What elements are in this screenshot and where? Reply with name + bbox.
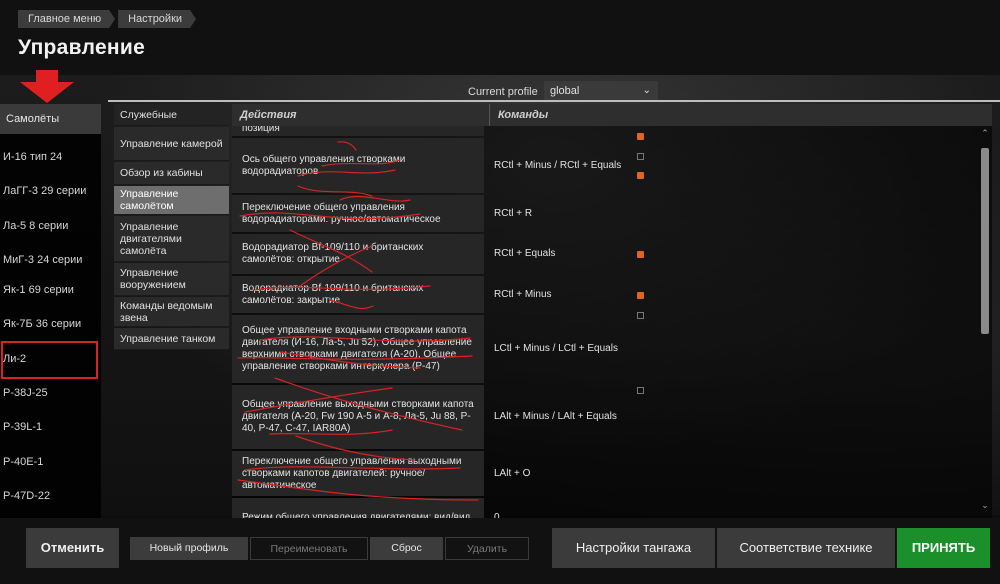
action-cell: Общее управление выходными створками кап… xyxy=(232,385,484,449)
cancel-button[interactable]: Отменить xyxy=(26,528,119,568)
aircraft-item[interactable]: P-47D-22 xyxy=(0,479,101,513)
category-list: Служебные Управление камерой Обзор из ка… xyxy=(114,104,229,354)
action-cell: Ось общего управления створками водоради… xyxy=(232,138,484,193)
profile-select[interactable]: global ⌄ xyxy=(544,81,658,101)
command-cell[interactable]: RCtl + Equals xyxy=(486,234,977,274)
aircraft-item[interactable]: Як-1 69 серии xyxy=(0,273,101,307)
pitch-settings-button[interactable]: Настройки тангажа xyxy=(552,528,715,568)
table-row[interactable]: Переключение общего управления водорадиа… xyxy=(232,195,977,232)
profile-label: Current profile xyxy=(468,86,538,98)
binding-flag-icon[interactable] xyxy=(637,251,644,258)
table-row[interactable]: Ось общего управления створками водоради… xyxy=(232,138,977,193)
column-header-commands: Команды xyxy=(489,104,979,126)
chevron-down-icon: ⌄ xyxy=(642,85,651,96)
category-item[interactable]: Служебные xyxy=(114,104,229,126)
table-row[interactable]: Водорадиатор Bf-109/110 и британских сам… xyxy=(232,234,977,274)
category-item[interactable]: Управление двигателями самолёта xyxy=(114,216,229,262)
rename-button: Переименовать xyxy=(250,537,368,560)
aircraft-item[interactable]: ЛаГГ-3 29 серии xyxy=(0,174,101,208)
aircraft-item[interactable]: Як-7Б 36 серии xyxy=(0,307,101,341)
accept-button[interactable]: ПРИНЯТЬ xyxy=(897,528,990,568)
category-item[interactable]: Обзор из кабины xyxy=(114,162,229,185)
reset-button[interactable]: Сброс xyxy=(370,537,443,560)
category-item-active[interactable]: Управление самолётом xyxy=(114,186,229,215)
command-cell[interactable]: RCtl + Minus / RCtl + Equals xyxy=(486,138,977,193)
table-body: позиция Ось общего управления створками … xyxy=(232,126,977,520)
breadcrumb: Главное меню Настройки xyxy=(18,10,199,28)
table-row[interactable]: Общее управление выходными створками кап… xyxy=(232,385,977,449)
aircraft-item[interactable]: Ла-5 8 серии xyxy=(0,209,101,243)
aircraft-item[interactable]: P-38J-25 xyxy=(0,376,101,410)
binding-flag-icon[interactable] xyxy=(637,133,644,140)
binding-device-icon[interactable] xyxy=(637,387,644,394)
profile-select-value: global xyxy=(550,85,580,97)
action-cell: Режим общего управления двигателями: вид… xyxy=(232,498,484,520)
arrow-down-icon xyxy=(20,70,74,103)
command-cell[interactable]: LAlt + Minus / LAlt + Equals xyxy=(486,385,977,449)
binding-device-icon[interactable] xyxy=(637,153,644,160)
table-header: Действия Команды xyxy=(232,104,992,126)
action-cell: Водорадиатор Bf-109/110 и британских сам… xyxy=(232,276,484,313)
category-item[interactable]: Управление вооружением xyxy=(114,263,229,296)
aircraft-item[interactable]: И-16 тип 24 xyxy=(0,140,101,174)
page-title: Управление xyxy=(18,36,146,59)
highlight-box xyxy=(1,341,98,379)
column-header-actions: Действия xyxy=(240,109,297,121)
table-row[interactable]: Переключение общего управления выходными… xyxy=(232,451,977,496)
binding-device-icon[interactable] xyxy=(637,312,644,319)
chevron-down-icon[interactable]: ⌄ xyxy=(978,500,992,514)
scrollbar-thumb[interactable] xyxy=(981,148,989,334)
table-row[interactable]: Общее управление входными створками капо… xyxy=(232,315,977,383)
chevron-up-icon[interactable]: ⌃ xyxy=(978,128,992,142)
command-cell[interactable]: LCtl + Minus / LCtl + Equals xyxy=(486,315,977,383)
breadcrumb-settings[interactable]: Настройки xyxy=(118,10,196,28)
aircraft-item[interactable]: P-39L-1 xyxy=(0,410,101,444)
table-row[interactable]: Водорадиатор Bf-109/110 и британских сам… xyxy=(232,276,977,313)
table-scrollbar[interactable]: ⌃ ⌄ xyxy=(978,126,992,518)
aircraft-list: Самолёты И-16 тип 24 ЛаГГ-3 29 серии Ла-… xyxy=(0,104,101,518)
command-cell[interactable]: RCtl + R xyxy=(486,195,977,232)
action-cell: Переключение общего управления водорадиа… xyxy=(232,195,484,232)
action-cell: позиция xyxy=(232,126,484,136)
tech-match-button[interactable]: Соответствие технике xyxy=(717,528,895,568)
command-cell[interactable]: RCtl + Minus xyxy=(486,276,977,313)
table-row[interactable]: позиция xyxy=(232,126,977,136)
binding-flag-icon[interactable] xyxy=(637,172,644,179)
new-profile-button[interactable]: Новый профиль xyxy=(130,537,248,560)
action-cell: Общее управление входными створками капо… xyxy=(232,315,484,383)
delete-button: Удалить xyxy=(445,537,529,560)
aircraft-item[interactable]: P-40E-1 xyxy=(0,445,101,479)
bindings-table: Действия Команды позиция Ось общего упра… xyxy=(232,104,992,520)
table-row[interactable]: Режим общего управления двигателями: вид… xyxy=(232,498,977,520)
aircraft-list-header[interactable]: Самолёты xyxy=(0,104,101,134)
category-item[interactable]: Команды ведомым звена xyxy=(114,297,229,327)
action-cell: Переключение общего управления выходными… xyxy=(232,451,484,496)
binding-flag-icon[interactable] xyxy=(637,292,644,299)
breadcrumb-main-menu[interactable]: Главное меню xyxy=(18,10,115,28)
action-cell: Водорадиатор Bf-109/110 и британских сам… xyxy=(232,234,484,274)
category-item[interactable]: Управление камерой xyxy=(114,127,229,161)
category-item[interactable]: Управление танком xyxy=(114,328,229,350)
divider-line xyxy=(108,100,1000,102)
command-cell[interactable]: LAlt + O xyxy=(486,451,977,496)
aircraft-item[interactable]: МиГ-3 24 серии xyxy=(0,243,101,277)
command-cell[interactable]: 0 xyxy=(486,498,977,520)
